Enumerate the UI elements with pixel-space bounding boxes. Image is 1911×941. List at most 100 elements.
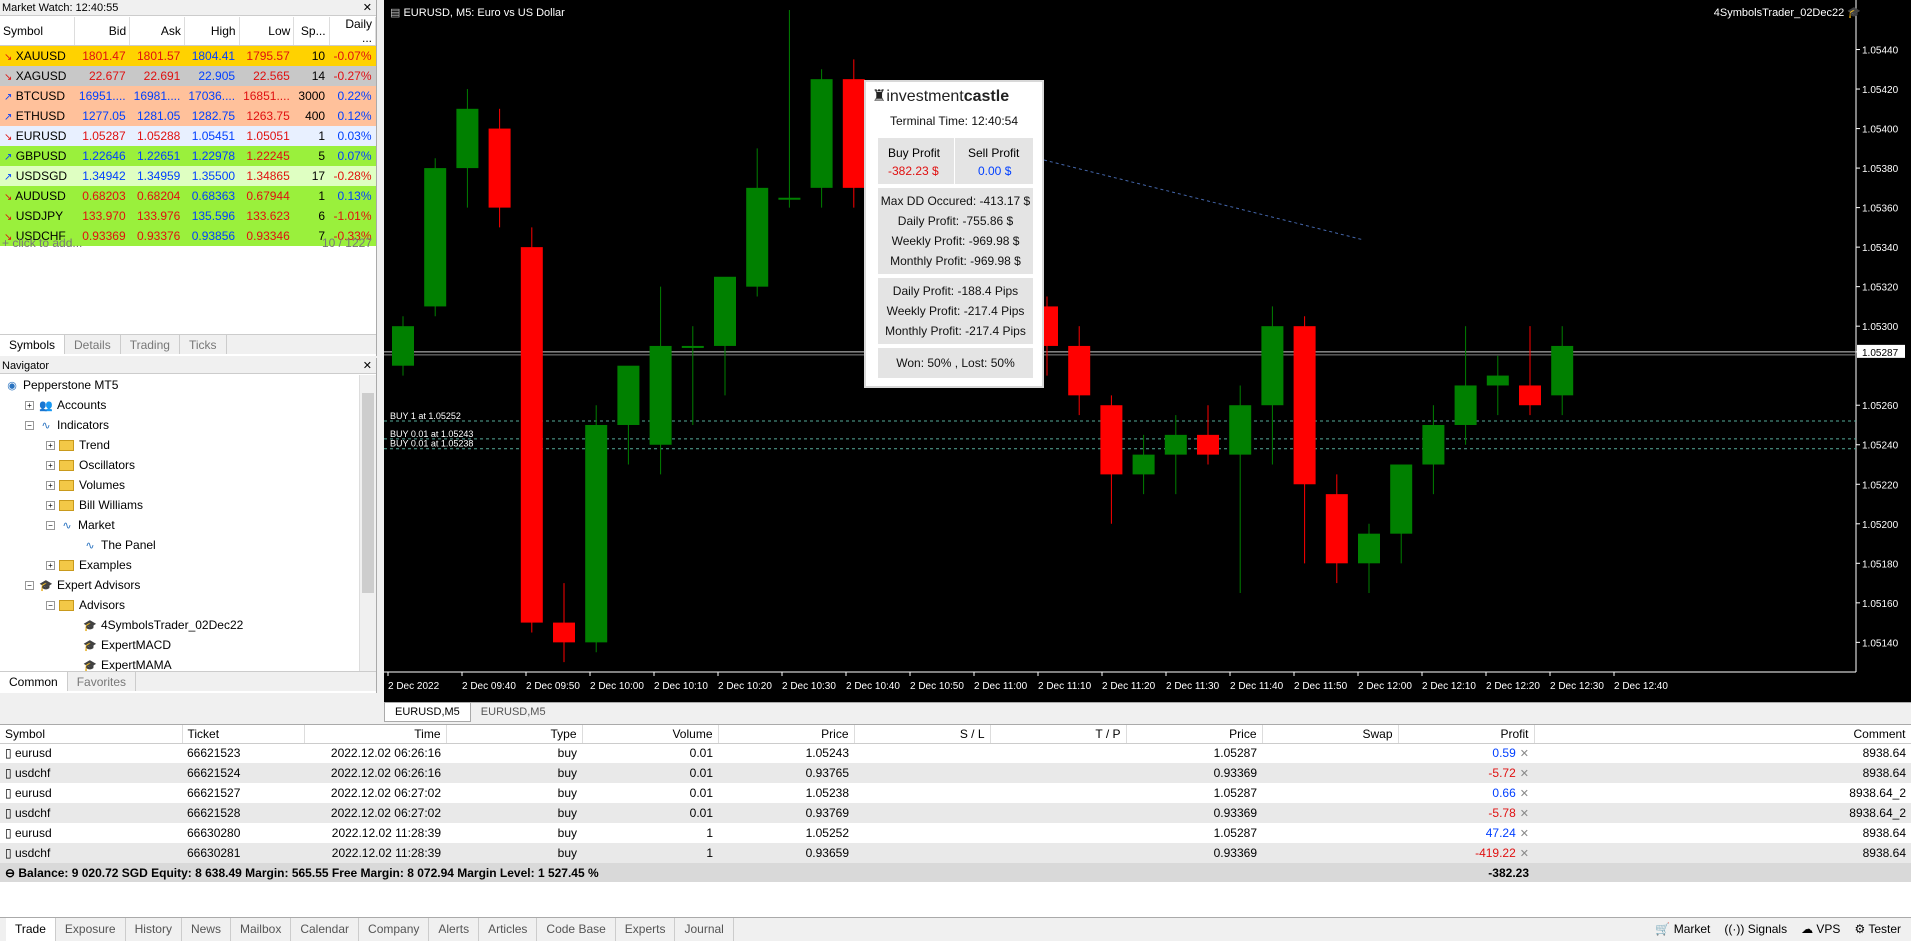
- trade-col-header[interactable]: Comment: [1534, 725, 1911, 744]
- nav-item[interactable]: − ∿ Market: [0, 515, 358, 535]
- nav-item[interactable]: + 👥 Accounts: [0, 395, 358, 415]
- mw-col-header[interactable]: Bid: [74, 17, 131, 46]
- expand-icon[interactable]: +: [46, 481, 55, 491]
- close-position-icon[interactable]: ✕: [1520, 848, 1529, 860]
- nav-item[interactable]: + Volumes: [0, 475, 358, 495]
- nav-item[interactable]: − Advisors: [0, 595, 358, 615]
- trade-col-header[interactable]: Ticket: [182, 725, 305, 744]
- expand-icon[interactable]: +: [46, 501, 55, 511]
- nav-item[interactable]: + Examples: [0, 555, 358, 575]
- navigator-scrollbar[interactable]: [359, 375, 376, 671]
- tab-exposure[interactable]: Exposure: [56, 918, 126, 941]
- link-signals[interactable]: ((·)) Signals: [1724, 918, 1787, 941]
- mw-col-header[interactable]: High: [184, 17, 240, 46]
- mw-col-header[interactable]: Daily ...: [329, 17, 376, 46]
- collapse-icon[interactable]: −: [46, 521, 55, 531]
- tab-experts[interactable]: Experts: [616, 918, 676, 941]
- collapse-icon[interactable]: ⊖: [5, 866, 18, 880]
- chart-window[interactable]: 1.05440 1.05420 1.05400 1.05380 1.05360 1.053…: [384, 0, 1911, 703]
- chart-tab[interactable]: EURUSD,M5: [384, 703, 471, 722]
- mw-row[interactable]: ↗ USDSGD 1.34942 1.34959 1.35500 1.34865 17 -0…: [0, 165, 376, 186]
- close-position-icon[interactable]: ✕: [1520, 768, 1529, 780]
- trade-col-header[interactable]: S / L: [854, 725, 991, 744]
- tab-calendar[interactable]: Calendar: [291, 918, 360, 941]
- scroll-thumb[interactable]: [362, 393, 374, 593]
- tab-favorites[interactable]: Favorites: [68, 672, 137, 691]
- nav-item[interactable]: 🎓 ExpertMAMA: [0, 655, 358, 671]
- trade-col-header[interactable]: T / P: [990, 725, 1127, 744]
- tab-journal[interactable]: Journal: [675, 918, 734, 941]
- position-row[interactable]: ▯ eurusd 66621527 2022.12.02 06:27:02 buy 0.…: [0, 783, 1911, 803]
- tab-company[interactable]: Company: [359, 918, 430, 941]
- close-position-icon[interactable]: ✕: [1520, 748, 1529, 760]
- nav-item[interactable]: − 🎓 Expert Advisors: [0, 575, 358, 595]
- tab-trade[interactable]: Trade: [6, 918, 56, 941]
- mw-col-header[interactable]: Low: [239, 17, 295, 46]
- mw-col-header[interactable]: Ask: [129, 17, 185, 46]
- nav-item[interactable]: 🎓 4SymbolsTrader_02Dec22: [0, 615, 358, 635]
- mw-col-header[interactable]: Sp...: [293, 17, 330, 46]
- link-market[interactable]: 🛒 Market: [1655, 918, 1710, 941]
- collapse-icon[interactable]: −: [25, 421, 34, 431]
- collapse-icon[interactable]: −: [25, 581, 34, 591]
- price-chart[interactable]: 1.05440 1.05420 1.05400 1.05380 1.05360 1.053…: [384, 0, 1911, 703]
- trade-col-header[interactable]: Price: [718, 725, 855, 744]
- expand-icon[interactable]: +: [25, 401, 34, 411]
- nav-item[interactable]: + Bill Williams: [0, 495, 358, 515]
- trade-col-header[interactable]: Symbol: [0, 725, 183, 744]
- trade-col-header[interactable]: Swap: [1262, 725, 1399, 744]
- close-icon[interactable]: ✕: [363, 358, 372, 374]
- mw-row[interactable]: ↗ ETHUSD 1277.05 1281.05 1282.75 1263.75 400 0…: [0, 105, 376, 126]
- trade-col-header[interactable]: Price: [1126, 725, 1263, 744]
- time-tick-label: 2 Dec 12:10: [1422, 681, 1476, 692]
- nav-item[interactable]: ∿ The Panel: [0, 535, 358, 555]
- position-row[interactable]: ▯ eurusd 66621523 2022.12.02 06:26:16 buy 0.…: [0, 743, 1911, 763]
- nav-item[interactable]: − ∿ Indicators: [0, 415, 358, 435]
- tab-articles[interactable]: Articles: [479, 918, 538, 941]
- close-icon[interactable]: ✕: [363, 0, 372, 16]
- tab-alerts[interactable]: Alerts: [429, 918, 480, 941]
- close-position-icon[interactable]: ✕: [1520, 808, 1529, 820]
- position-row[interactable]: ▯ usdchf 66621524 2022.12.02 06:26:16 buy 0.…: [0, 763, 1911, 783]
- tab-details[interactable]: Details: [65, 335, 121, 354]
- mw-col-header[interactable]: Symbol: [0, 17, 76, 46]
- position-row[interactable]: ▯ eurusd 66630280 2022.12.02 11:28:39 buy 1 1…: [0, 823, 1911, 843]
- mw-row[interactable]: ↘ XAGUSD 22.677 22.691 22.905 22.565 14 -0.27%: [0, 65, 376, 86]
- mw-row[interactable]: ↗ BTCUSD 16951.... 16981.... 17036.... 16851…: [0, 85, 376, 106]
- tab-mailbox[interactable]: Mailbox: [231, 918, 292, 941]
- link-tester[interactable]: ⚙ Tester: [1854, 918, 1901, 941]
- expand-icon[interactable]: +: [46, 441, 55, 451]
- mw-row[interactable]: ↘ AUDUSD 0.68203 0.68204 0.68363 0.67944 1 0.1…: [0, 185, 376, 206]
- close-position-icon[interactable]: ✕: [1520, 828, 1529, 840]
- trade-col-header[interactable]: Time: [304, 725, 447, 744]
- position-row[interactable]: ▯ usdchf 66630281 2022.12.02 11:28:39 buy 1 0…: [0, 843, 1911, 863]
- nav-item[interactable]: + Oscillators: [0, 455, 358, 475]
- expand-icon[interactable]: +: [46, 461, 55, 471]
- tab-symbols[interactable]: Symbols: [0, 335, 66, 354]
- mw-row[interactable]: ↘ USDJPY 133.970 133.976 135.596 133.623 6 -1.…: [0, 205, 376, 226]
- nav-item[interactable]: 🎓 ExpertMACD: [0, 635, 358, 655]
- tab-history[interactable]: History: [126, 918, 182, 941]
- add-symbol-row[interactable]: + click to add... 10 / 1227: [2, 236, 372, 250]
- expert-advisor-label[interactable]: 4SymbolsTrader_02Dec22 🎓: [1714, 6, 1861, 19]
- close-position-icon[interactable]: ✕: [1520, 788, 1529, 800]
- tab-news[interactable]: News: [182, 918, 231, 941]
- candle-body: [1197, 434, 1219, 455]
- trade-col-header[interactable]: Type: [446, 725, 583, 744]
- mw-row[interactable]: ↘ XAUUSD 1801.47 1801.57 1804.41 1795.57 10 -0…: [0, 45, 376, 66]
- nav-item[interactable]: ◉ Pepperstone MT5: [0, 375, 358, 395]
- chart-tab[interactable]: EURUSD,M5: [471, 703, 556, 722]
- tab-code-base[interactable]: Code Base: [537, 918, 616, 941]
- tab-trading[interactable]: Trading: [121, 335, 180, 354]
- nav-item[interactable]: + Trend: [0, 435, 358, 455]
- trade-col-header[interactable]: Profit: [1398, 725, 1535, 744]
- tab-common[interactable]: Common: [0, 672, 68, 691]
- tab-ticks[interactable]: Ticks: [180, 335, 227, 354]
- trade-col-header[interactable]: Volume: [582, 725, 719, 744]
- position-row[interactable]: ▯ usdchf 66621528 2022.12.02 06:27:02 buy 0.…: [0, 803, 1911, 823]
- mw-row[interactable]: ↗ GBPUSD 1.22646 1.22651 1.22978 1.22245 5 0.0…: [0, 145, 376, 166]
- expand-icon[interactable]: +: [46, 561, 55, 571]
- mw-row[interactable]: ↘ EURUSD 1.05287 1.05288 1.05451 1.05051 1 0.0…: [0, 125, 376, 146]
- collapse-icon[interactable]: −: [46, 601, 55, 611]
- link-vps[interactable]: ☁ VPS: [1801, 918, 1840, 941]
